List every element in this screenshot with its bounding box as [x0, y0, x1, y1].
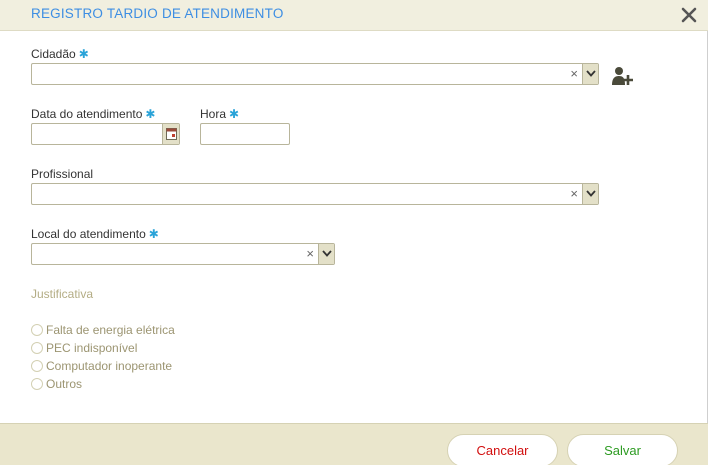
radio-label: Falta de energia elétrica	[46, 323, 175, 337]
clear-icon[interactable]: ×	[306, 247, 314, 261]
chevron-down-icon	[586, 190, 596, 197]
profissional-select[interactable]: ×	[31, 183, 599, 205]
late-registration-dialog: REGISTRO TARDIO DE ATENDIMENTO Cidadão ✱ …	[0, 0, 708, 465]
close-button[interactable]	[678, 4, 700, 26]
justificativa-title: Justificativa	[31, 287, 94, 301]
chevron-down-icon	[322, 250, 332, 257]
data-label: Data do atendimento ✱	[31, 107, 156, 121]
radio-label: Computador inoperante	[46, 359, 173, 373]
calendar-icon	[166, 128, 177, 140]
local-dropdown-button[interactable]	[318, 244, 334, 264]
dialog-header: REGISTRO TARDIO DE ATENDIMENTO	[0, 0, 708, 31]
radio-option[interactable]: Computador inoperante	[31, 358, 172, 374]
clear-icon[interactable]: ×	[570, 187, 578, 201]
profissional-label: Profissional	[31, 167, 94, 181]
local-select[interactable]: ×	[31, 243, 335, 265]
required-icon: ✱	[229, 107, 240, 121]
save-button[interactable]: Salvar	[567, 434, 678, 465]
add-user-icon	[612, 67, 633, 85]
calendar-button[interactable]	[162, 124, 179, 144]
required-icon: ✱	[78, 47, 89, 61]
clear-icon[interactable]: ×	[570, 67, 578, 81]
data-input[interactable]	[31, 123, 180, 145]
radio-option[interactable]: Outros	[31, 376, 82, 392]
radio-button[interactable]	[31, 360, 43, 372]
add-citizen-button[interactable]	[612, 66, 634, 86]
radio-option[interactable]: Falta de energia elétrica	[31, 322, 175, 338]
cidadao-label: Cidadão ✱	[31, 47, 89, 61]
cidadao-dropdown-button[interactable]	[582, 64, 598, 84]
required-icon: ✱	[148, 227, 159, 241]
chevron-down-icon	[586, 70, 596, 77]
cidadao-select[interactable]: ×	[31, 63, 599, 85]
radio-button[interactable]	[31, 342, 43, 354]
profissional-dropdown-button[interactable]	[582, 184, 598, 204]
radio-option[interactable]: PEC indisponível	[31, 340, 137, 356]
close-icon	[681, 7, 697, 23]
hora-label: Hora ✱	[200, 107, 240, 121]
local-label: Local do atendimento ✱	[31, 227, 159, 241]
hora-input[interactable]	[200, 123, 290, 145]
radio-button[interactable]	[31, 378, 43, 390]
required-icon: ✱	[145, 107, 156, 121]
cancel-button[interactable]: Cancelar	[447, 434, 558, 465]
radio-button[interactable]	[31, 324, 43, 336]
radio-label: Outros	[46, 377, 83, 391]
dialog-title: REGISTRO TARDIO DE ATENDIMENTO	[31, 6, 284, 21]
radio-label: PEC indisponível	[46, 341, 138, 355]
